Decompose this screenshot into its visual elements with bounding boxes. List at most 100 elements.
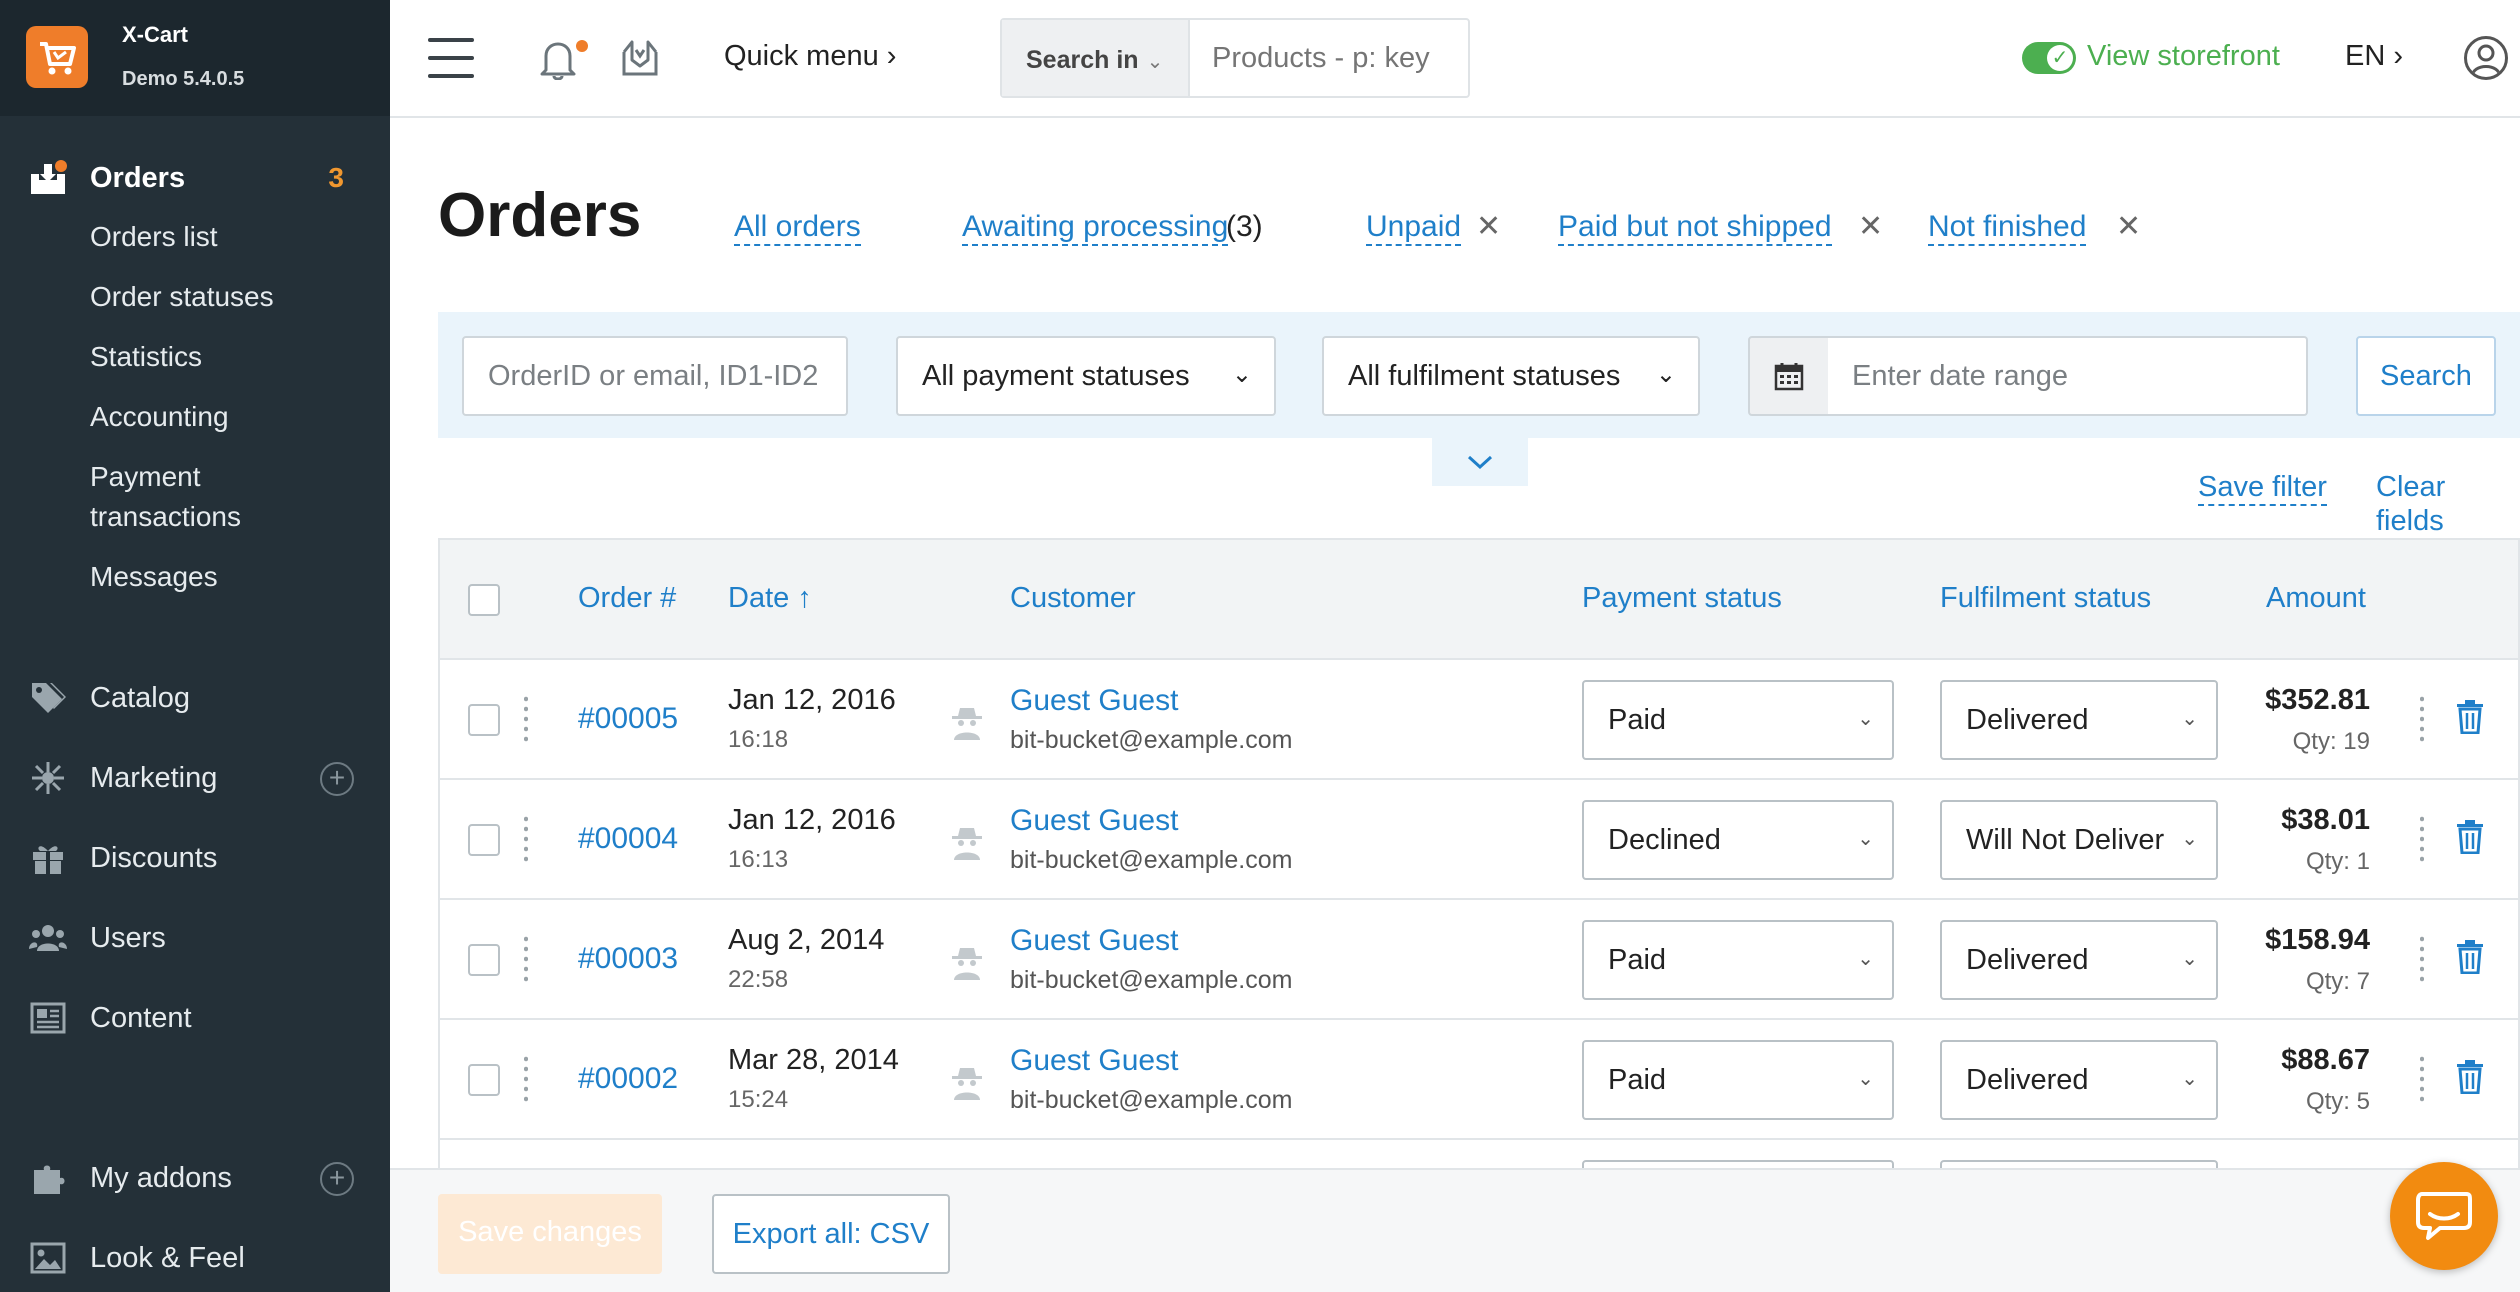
row-checkbox[interactable] (468, 704, 500, 736)
drag-handle-icon[interactable] (524, 934, 528, 986)
sidebar-subitem-payment-transactions[interactable]: Payment transactions (90, 457, 241, 537)
trash-icon[interactable] (2456, 940, 2484, 979)
drag-handle-icon[interactable] (524, 694, 528, 746)
select-all-checkbox[interactable] (468, 584, 500, 616)
order-number-link[interactable]: #00005 (578, 702, 678, 736)
sidebar-item-look-feel[interactable]: Look & Feel (0, 1232, 390, 1284)
row-actions-icon[interactable] (2420, 694, 2424, 746)
sidebar-item-catalog[interactable]: Catalog (0, 672, 390, 724)
order-qty: Qty: 19 (2292, 728, 2370, 755)
sidebar-item-marketing[interactable]: Marketing + (0, 752, 390, 804)
sidebar-item-label: Orders (90, 162, 186, 194)
column-date[interactable]: Date ↑ (728, 582, 812, 615)
quick-menu-button[interactable]: Quick menu › (724, 40, 896, 73)
trash-icon[interactable] (2456, 820, 2484, 859)
fulfilment-status-filter[interactable]: All fulfilment statuses ⌄ (1322, 336, 1700, 416)
customer-name-link[interactable]: Guest Guest (1010, 804, 1178, 838)
date-range-input[interactable]: Enter date range (1828, 336, 2308, 416)
sidebar-item-my-addons[interactable]: My addons + (0, 1152, 390, 1204)
sidebar-item-orders[interactable]: Orders 3 (0, 152, 390, 204)
order-time: 22:58 (728, 966, 789, 993)
row-actions-icon[interactable] (2420, 1054, 2424, 1106)
order-number-link[interactable]: #00003 (578, 942, 678, 976)
column-payment-status[interactable]: Payment status (1582, 582, 1782, 615)
table-row: #00005 Jan 12, 2016 16:18 Guest Guest bi… (440, 660, 2518, 780)
sidebar-item-users[interactable]: Users (0, 912, 390, 964)
sidebar-subitem-order-statuses[interactable]: Order statuses (90, 277, 274, 317)
storefront-toggle[interactable]: ✓ (2022, 42, 2076, 74)
customer-name-link[interactable]: Guest Guest (1010, 684, 1178, 718)
row-checkbox[interactable] (468, 824, 500, 856)
chat-icon[interactable] (2390, 1162, 2498, 1270)
order-number-link[interactable]: #00002 (578, 1062, 678, 1096)
search-input[interactable] (1212, 42, 1462, 75)
sidebar-subitem-statistics[interactable]: Statistics (90, 337, 202, 377)
view-storefront-link[interactable]: View storefront (2087, 40, 2280, 73)
search-button[interactable]: Search (2356, 336, 2496, 416)
fulfilment-status-filter-value: All fulfilment statuses (1348, 360, 1621, 392)
row-checkbox[interactable] (468, 944, 500, 976)
expand-filters-chevron-icon[interactable] (1432, 438, 1528, 486)
row-actions-icon[interactable] (2420, 814, 2424, 866)
column-order[interactable]: Order # (578, 582, 676, 615)
sidebar-subitem-messages[interactable]: Messages (90, 557, 218, 597)
calendar-icon[interactable] (1748, 336, 1830, 416)
fulfilment-status-select[interactable]: Delivered ⌄ (1940, 920, 2218, 1000)
close-icon[interactable]: ✕ (2116, 210, 2141, 244)
payment-status-select[interactable]: Paid ⌄ (1582, 1040, 1894, 1120)
add-addon-button[interactable]: + (320, 1162, 354, 1196)
sidebar-item-discounts[interactable]: Discounts (0, 832, 390, 884)
language-selector[interactable]: EN › (2345, 40, 2403, 73)
tab-unpaid[interactable]: Unpaid (1366, 210, 1462, 246)
sidebar-subitem-accounting[interactable]: Accounting (90, 397, 229, 437)
fulfilment-status-value: Delivered (1966, 1064, 2089, 1096)
chevron-down-icon: ⌄ (2181, 708, 2198, 730)
column-customer[interactable]: Customer (1010, 582, 1136, 615)
bell-icon[interactable] (538, 38, 578, 85)
user-avatar-icon[interactable] (2464, 36, 2508, 80)
newspaper-icon (28, 998, 68, 1038)
fulfilment-status-select[interactable]: Delivered ⌄ (1940, 1040, 2218, 1120)
payment-status-select[interactable]: Paid ⌄ (1582, 680, 1894, 760)
sidebar-subitem-orders-list[interactable]: Orders list (90, 217, 218, 257)
sidebar: X-Cart Demo 5.4.0.5 Orders 3 Orders list… (0, 0, 390, 1292)
trash-icon[interactable] (2456, 1060, 2484, 1099)
clear-fields-link[interactable]: Clear fields (2376, 470, 2520, 540)
mail-icon[interactable] (620, 36, 660, 83)
order-number-link[interactable]: #00004 (578, 822, 678, 856)
column-amount[interactable]: Amount (2266, 582, 2366, 615)
chevron-down-icon: ⌄ (1655, 361, 1676, 388)
payment-status-filter[interactable]: All payment statuses ⌄ (896, 336, 1276, 416)
customer-name-link[interactable]: Guest Guest (1010, 1044, 1178, 1078)
trash-icon[interactable] (2456, 700, 2484, 739)
menu-icon[interactable] (428, 38, 474, 78)
payment-status-select[interactable]: Paid ⌄ (1582, 920, 1894, 1000)
close-icon[interactable]: ✕ (1858, 210, 1883, 244)
add-marketing-button[interactable]: + (320, 762, 354, 796)
payment-status-select[interactable]: Declined ⌄ (1582, 800, 1894, 880)
column-fulfilment-status[interactable]: Fulfilment status (1940, 582, 2151, 615)
fulfilment-status-select[interactable]: Delivered ⌄ (1940, 680, 2218, 760)
drag-handle-icon[interactable] (524, 814, 528, 866)
search-in-dropdown[interactable]: Search in ⌄ (1002, 20, 1190, 96)
fulfilment-status-select[interactable]: Will Not Deliver ⌄ (1940, 800, 2218, 880)
row-checkbox[interactable] (468, 1064, 500, 1096)
tab-all-orders[interactable]: All orders (734, 210, 861, 246)
drag-handle-icon[interactable] (524, 1054, 528, 1106)
row-actions-icon[interactable] (2420, 934, 2424, 986)
save-changes-button[interactable]: Save changes (438, 1194, 662, 1274)
tab-not-finished[interactable]: Not finished (1928, 210, 2087, 246)
export-csv-button[interactable]: Export all: CSV (712, 1194, 950, 1274)
customer-email: bit-bucket@example.com (1010, 1086, 1293, 1114)
close-icon[interactable]: ✕ (1476, 210, 1501, 244)
brand-header[interactable]: X-Cart Demo 5.4.0.5 (0, 0, 390, 116)
tab-paid-not-shipped[interactable]: Paid but not shipped (1558, 210, 1832, 246)
sidebar-item-content[interactable]: Content (0, 992, 390, 1044)
guest-icon (948, 944, 986, 985)
global-search: Search in ⌄ (1000, 18, 1470, 98)
customer-name-link[interactable]: Guest Guest (1010, 924, 1178, 958)
save-filter-link[interactable]: Save filter (2198, 470, 2327, 506)
order-search-input[interactable]: OrderID or email, ID1-ID2 (462, 336, 848, 416)
table-row: #00004 Jan 12, 2016 16:13 Guest Guest bi… (440, 780, 2518, 900)
tab-awaiting-processing[interactable]: Awaiting processing (962, 210, 1229, 246)
